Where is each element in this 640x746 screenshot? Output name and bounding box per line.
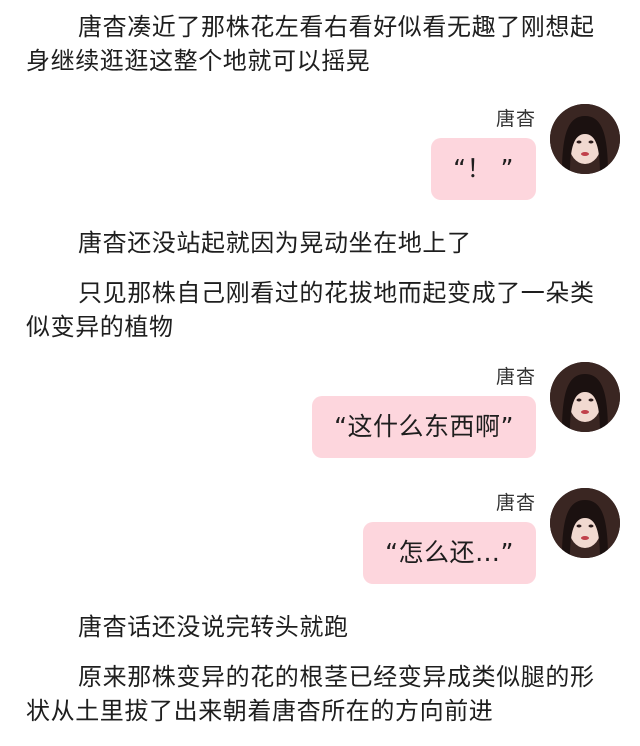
narration-paragraph-2: 唐杳还没站起就因为晃动坐在地上了 [78, 229, 472, 257]
avatar[interactable] [550, 104, 620, 174]
message-bubble: “怎么还…” [363, 522, 536, 584]
narration-paragraph-3: 只见那株自己刚看过的花拔地而起变成了一朵类似变异的植物 [26, 279, 595, 341]
sender-name: 唐杳 [495, 492, 536, 514]
avatar[interactable] [550, 362, 620, 432]
sender-name: 唐杳 [495, 366, 536, 388]
sender-name: 唐杳 [495, 108, 536, 130]
character-portrait-icon [550, 362, 620, 432]
message-bubble: “！ ” [431, 138, 536, 200]
narration-paragraph-1: 唐杳凑近了那株花左看右看好似看无趣了刚想起身继续逛逛这整个地就可以摇晃 [26, 13, 595, 75]
character-portrait-icon [550, 488, 620, 558]
narration-paragraph-5: 原来那株变异的花的根茎已经变异成类似腿的形状从土里拔了出来朝着唐杳所在的方向前进 [26, 663, 595, 725]
narration-paragraph-4: 唐杳话还没说完转头就跑 [78, 613, 349, 641]
chat-message-2: 唐杳 “这什么东西啊” [200, 362, 620, 472]
character-portrait-icon [550, 104, 620, 174]
chat-message-3: 唐杳 “怎么还…” [200, 488, 620, 598]
message-bubble: “这什么东西啊” [312, 396, 536, 458]
chat-message-1: 唐杳 “！ ” [200, 104, 620, 214]
avatar[interactable] [550, 488, 620, 558]
